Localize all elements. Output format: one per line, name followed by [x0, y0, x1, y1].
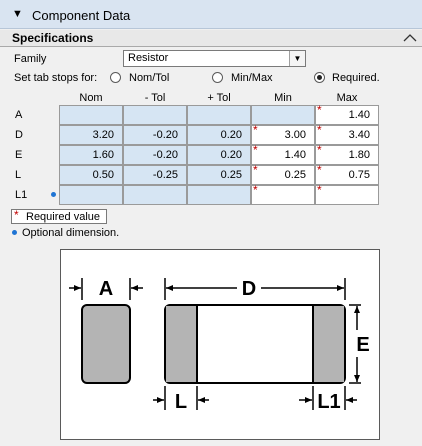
cell-e-max[interactable]: 1.80: [315, 143, 379, 165]
panel-title: Component Data: [32, 8, 131, 23]
cell-l1-min[interactable]: [251, 183, 315, 205]
dim-label-a: A: [99, 278, 113, 300]
cell-l-max[interactable]: 0.75: [315, 163, 379, 185]
row-label-e: E: [15, 149, 23, 161]
row-label-d: D: [15, 129, 23, 141]
dim-label-d: D: [242, 278, 256, 300]
row-label-a: A: [15, 109, 23, 121]
radio-nom-tol-label[interactable]: Nom/Tol: [129, 72, 169, 84]
component-diagram: A D E L L1: [60, 249, 380, 440]
radio-required[interactable]: [314, 72, 325, 83]
dropdown-arrow-icon[interactable]: ▼: [289, 51, 305, 66]
family-select[interactable]: Resistor ▼: [123, 50, 306, 67]
required-star-icon: *: [14, 208, 19, 222]
row-label-l: L: [15, 169, 22, 181]
optional-dot-icon: [51, 192, 56, 197]
optional-legend-text: Optional dimension.: [22, 227, 120, 239]
dim-label-l1: L1: [317, 391, 340, 413]
radio-min-max[interactable]: [212, 72, 223, 83]
cell-d-minus-tol[interactable]: -0.20: [123, 125, 187, 145]
cell-a-minus-tol[interactable]: [123, 105, 187, 125]
family-label: Family: [14, 53, 47, 65]
optional-dot-icon: [12, 230, 17, 235]
tab-stops-label: Set tab stops for:: [14, 72, 98, 84]
component-side-view: [81, 304, 131, 384]
chevron-up-icon[interactable]: [402, 32, 418, 44]
cell-a-min[interactable]: [251, 105, 315, 125]
cell-d-min[interactable]: 3.00: [251, 123, 315, 145]
triangle-down-icon[interactable]: ▼: [12, 8, 23, 20]
cell-e-min[interactable]: 1.40: [251, 143, 315, 165]
cell-l-minus-tol[interactable]: -0.25: [123, 165, 187, 185]
dim-label-e: E: [356, 334, 369, 356]
terminal-right: [313, 306, 344, 382]
col-header-nom: Nom: [79, 92, 103, 104]
cell-l-nom[interactable]: 0.50: [59, 165, 123, 185]
row-label-l1: L1: [15, 189, 28, 201]
cell-a-max[interactable]: 1.40: [315, 103, 379, 125]
cell-l1-max[interactable]: [315, 183, 379, 205]
col-header-min: Min: [274, 92, 292, 104]
radio-min-max-label[interactable]: Min/Max: [231, 72, 273, 84]
section-title: Specifications: [12, 31, 94, 45]
radio-required-label[interactable]: Required.: [332, 72, 380, 84]
cell-e-nom[interactable]: 1.60: [59, 145, 123, 165]
col-header-plus-tol: + Tol: [207, 92, 231, 104]
cell-l1-minus-tol[interactable]: [123, 185, 187, 205]
cell-e-plus-tol[interactable]: 0.20: [187, 145, 251, 165]
terminal-left: [166, 306, 197, 382]
dim-label-l: L: [175, 391, 187, 413]
cell-l-plus-tol[interactable]: 0.25: [187, 165, 251, 185]
cell-d-nom[interactable]: 3.20: [59, 125, 123, 145]
required-legend: * Required value: [11, 208, 107, 224]
radio-nom-tol[interactable]: [110, 72, 121, 83]
cell-e-minus-tol[interactable]: -0.20: [123, 145, 187, 165]
required-legend-text: Required value: [26, 211, 100, 223]
col-header-max: Max: [336, 92, 358, 104]
panel-header[interactable]: ▼ Component Data: [0, 0, 422, 29]
col-header-minus-tol: - Tol: [144, 92, 166, 104]
cell-d-plus-tol[interactable]: 0.20: [187, 125, 251, 145]
cell-a-plus-tol[interactable]: [187, 105, 251, 125]
cell-a-nom[interactable]: [59, 105, 123, 125]
family-value: Resistor: [128, 52, 169, 64]
cell-l-min[interactable]: 0.25: [251, 163, 315, 185]
cell-d-max[interactable]: 3.40: [315, 123, 379, 145]
section-header[interactable]: Specifications: [0, 30, 422, 47]
cell-l1-nom[interactable]: [59, 185, 123, 205]
cell-l1-plus-tol[interactable]: [187, 185, 251, 205]
